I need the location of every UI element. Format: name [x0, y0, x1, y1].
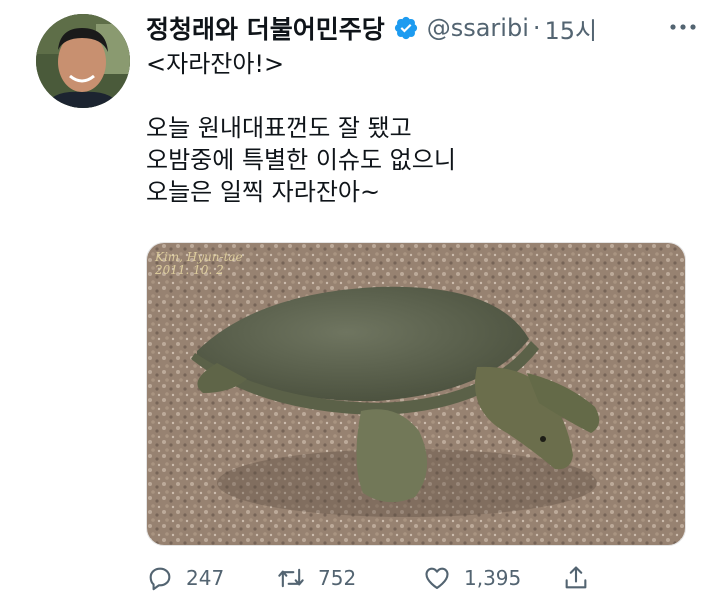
- tweet-header: 정청래와 더불어민주당 @ssaribi · 15시: [146, 10, 597, 46]
- tweet-text-line: <자라잔아!>: [146, 50, 285, 78]
- heart-icon: [425, 567, 449, 589]
- tweet-text-line: 오늘 원내대표껀도 잘 됐고: [146, 114, 412, 142]
- tweet-text-line: 오늘은 일찍 자라잔아~: [146, 178, 381, 206]
- author-handle[interactable]: @ssaribi: [427, 14, 529, 42]
- avatar[interactable]: [36, 14, 130, 108]
- tweet[interactable]: 정청래와 더불어민주당 @ssaribi · 15시 <자라잔아!> 오늘 원내…: [0, 0, 720, 614]
- reply-button[interactable]: 247: [146, 558, 224, 598]
- timestamp[interactable]: 15시: [545, 11, 598, 46]
- reply-icon: [149, 567, 171, 591]
- reply-count: 247: [186, 566, 225, 590]
- retweet-icon: [278, 568, 304, 588]
- retweet-button[interactable]: 752: [276, 558, 356, 598]
- tweet-text-line: [146, 80, 686, 112]
- more-options-icon[interactable]: [668, 18, 698, 30]
- retweet-count: 752: [318, 566, 357, 590]
- share-icon: [565, 566, 587, 589]
- image-watermark: Kim, Hyun-tae 2011. 10. 2: [155, 251, 243, 277]
- tweet-text-line: 오밤중에 특별한 이슈도 없으니: [146, 146, 456, 174]
- verified-badge-icon: [393, 15, 419, 41]
- avatar-photo: [36, 14, 130, 108]
- like-count: 1,395: [464, 566, 522, 590]
- softshell-turtle-photo: [147, 243, 685, 545]
- tweet-image[interactable]: Kim, Hyun-tae 2011. 10. 2: [146, 242, 686, 546]
- like-button[interactable]: 1,395: [422, 558, 521, 598]
- tweet-text: <자라잔아!> 오늘 원내대표껀도 잘 됐고 오밤중에 특별한 이슈도 없으니 …: [146, 48, 686, 208]
- display-name[interactable]: 정청래와 더불어민주당: [146, 10, 385, 46]
- header-separator: ·: [532, 14, 541, 42]
- share-button[interactable]: [562, 558, 590, 598]
- tweet-actions: 247 752 1,395: [146, 558, 686, 598]
- watermark-date: 2011. 10. 2: [155, 263, 224, 277]
